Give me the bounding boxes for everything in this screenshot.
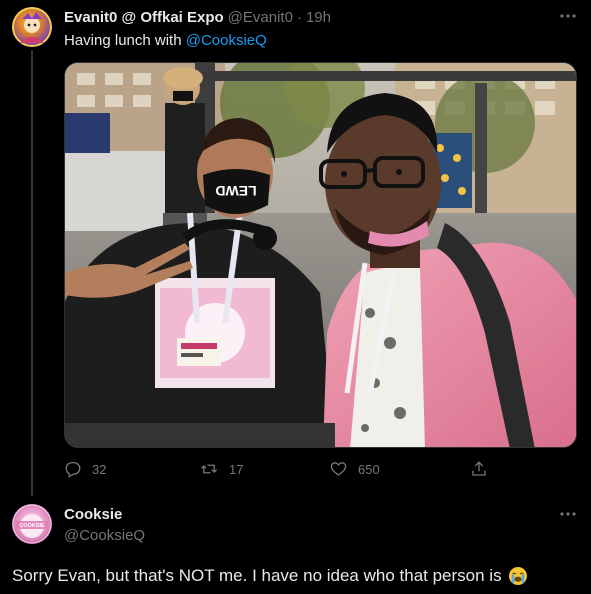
timestamp[interactable]: 19h	[306, 9, 331, 26]
share-icon	[472, 461, 486, 476]
like-count: 650	[358, 461, 380, 477]
photo-illustration: LEWD	[65, 63, 576, 447]
reply-more-options-button[interactable]	[558, 508, 578, 520]
reply-display-name[interactable]: Cooksie	[64, 506, 122, 523]
avatar-text: COOKSIE	[19, 523, 45, 529]
display-name[interactable]: Evanit0 @ Offkai Expo	[64, 9, 224, 26]
more-dots-icon	[560, 14, 576, 18]
share-button[interactable]	[470, 460, 488, 478]
mention-link[interactable]: @CooksieQ	[186, 32, 267, 49]
reply-count: 32	[92, 461, 107, 477]
reply-button[interactable]: 32	[64, 460, 106, 478]
retweet-count: 17	[229, 461, 244, 477]
heart-icon	[330, 462, 347, 476]
tweet-thread: Evanit0 @ Offkai Expo @Evanit0 · 19h Hav…	[0, 0, 591, 594]
tweet-header: Evanit0 @ Offkai Expo @Evanit0 · 19h	[64, 9, 331, 26]
separator-dot: ·	[296, 9, 302, 26]
reply-icon	[65, 461, 81, 478]
tweet-photo[interactable]: LEWD	[64, 62, 577, 448]
more-options-button[interactable]	[558, 10, 578, 22]
reply-text: Sorry Evan, but that's NOT me. I have no…	[12, 566, 528, 586]
tweet-text: Having lunch with @CooksieQ	[64, 32, 267, 49]
retweet-button[interactable]: 17	[199, 460, 243, 478]
reply-text-body: Sorry Evan, but that's NOT me. I have no…	[12, 566, 502, 585]
loudly-crying-face-icon	[508, 567, 527, 585]
retweet-icon	[201, 464, 217, 474]
mask-text: LEWD	[215, 183, 256, 199]
more-dots-icon	[560, 512, 576, 516]
tweet-text-body: Having lunch with	[64, 32, 186, 49]
tweet-actions: 32 17 650	[64, 460, 494, 480]
reply-header: Cooksie	[64, 506, 122, 523]
avatar[interactable]	[12, 7, 52, 47]
user-handle[interactable]: @Evanit0	[228, 9, 293, 26]
thread-connector-line	[31, 50, 33, 496]
reply-user-handle[interactable]: @CooksieQ	[64, 527, 145, 544]
like-button[interactable]: 650	[329, 460, 380, 478]
reply-avatar[interactable]: COOKSIE	[12, 504, 52, 544]
